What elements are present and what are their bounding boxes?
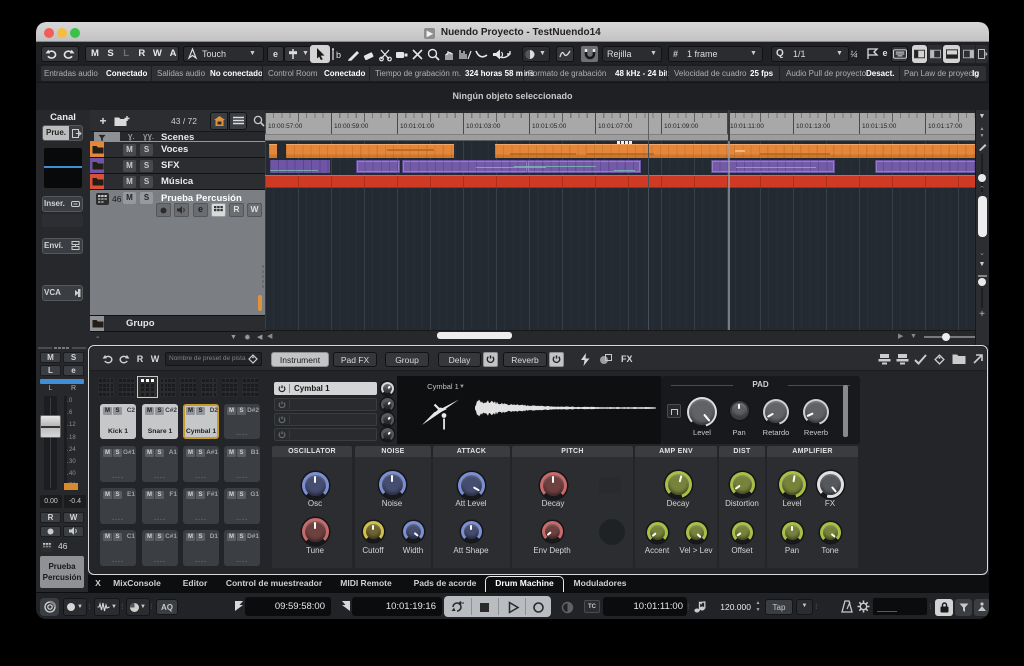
svg-text:b: b (336, 50, 341, 60)
svg-text:¼: ¼ (850, 49, 858, 59)
